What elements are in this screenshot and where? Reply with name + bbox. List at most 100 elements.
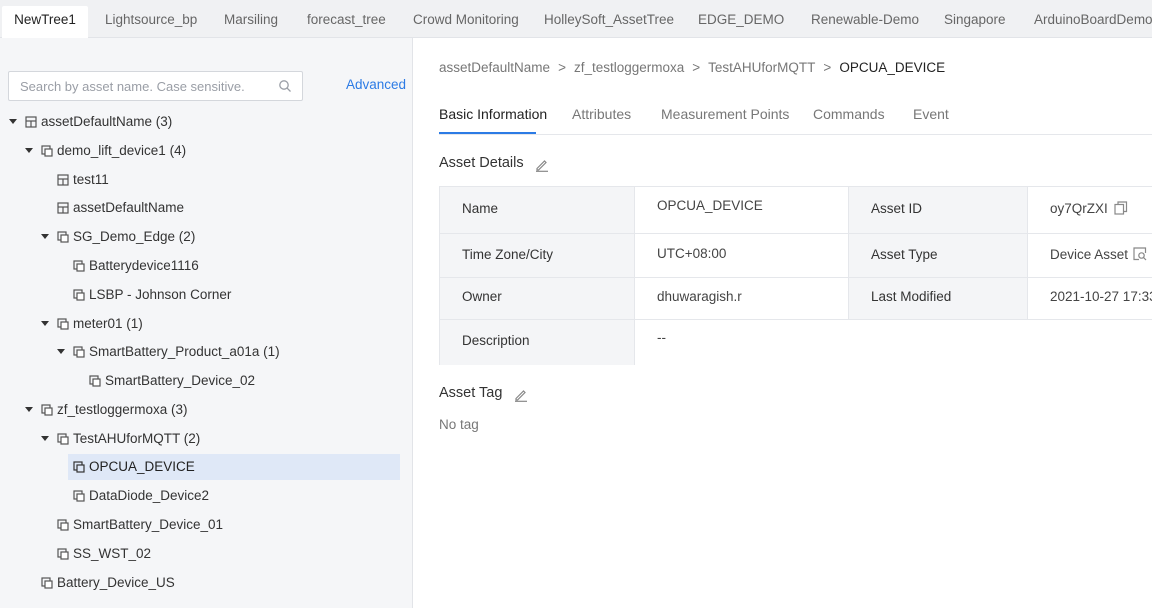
- device-icon: [89, 375, 101, 387]
- tree-node-label: Batterydevice1116: [89, 258, 199, 273]
- name-label: Name: [440, 187, 634, 233]
- tree-node[interactable]: SmartBattery_Device_02: [0, 368, 400, 394]
- tree-node[interactable]: LSBP - Johnson Corner: [0, 282, 400, 308]
- device-icon: [73, 346, 85, 358]
- tree-node-label: SG_Demo_Edge (2): [73, 229, 196, 244]
- column-divider: [634, 187, 635, 365]
- active-tab-indicator: [439, 132, 536, 134]
- caret-down-icon[interactable]: [41, 321, 49, 326]
- tree-node-label: DataDiode_Device2: [89, 488, 210, 503]
- tab-lightsource-bp[interactable]: Lightsource_bp: [93, 6, 205, 38]
- tab-attributes[interactable]: Attributes: [572, 106, 631, 122]
- column-divider: [848, 187, 849, 319]
- no-tag-text: No tag: [439, 417, 479, 432]
- tree-node[interactable]: SS_WST_02: [0, 541, 400, 567]
- breadcrumb-item[interactable]: zf_testloggermoxa: [574, 60, 684, 75]
- breadcrumb-item[interactable]: TestAHUforMQTT: [708, 60, 815, 75]
- search-icon[interactable]: [278, 79, 292, 93]
- tree-node[interactable]: Batterydevice1116: [0, 253, 400, 279]
- tree-node-label: SmartBattery_Device_02: [105, 373, 256, 388]
- owner-label: Owner: [440, 278, 634, 319]
- tree-node-label: assetDefaultName (3): [41, 114, 173, 129]
- column-divider: [1027, 187, 1028, 319]
- device-icon: [73, 461, 85, 473]
- tab-basic-information[interactable]: Basic Information: [439, 106, 547, 122]
- device-icon: [57, 318, 69, 330]
- last-modified-label: Last Modified: [849, 278, 1027, 319]
- copy-icon[interactable]: [1114, 201, 1128, 215]
- description-label: Description: [440, 320, 634, 365]
- tab-event[interactable]: Event: [913, 106, 949, 122]
- breadcrumb-current: OPCUA_DEVICE: [839, 60, 946, 75]
- detail-tab-bar: Basic Information Attributes Measurement…: [439, 96, 1152, 135]
- tab-arduinoboarddemo[interactable]: ArduinoBoardDemo: [1022, 6, 1152, 38]
- tree-node[interactable]: zf_testloggermoxa (3): [0, 397, 400, 423]
- breadcrumb-separator: >: [692, 60, 701, 75]
- tree-node-label: assetDefaultName: [73, 200, 185, 215]
- caret-down-icon[interactable]: [41, 436, 49, 441]
- tree-node[interactable]: TestAHUforMQTT (2): [0, 426, 400, 452]
- tree-node[interactable]: SG_Demo_Edge (2): [0, 224, 400, 250]
- tree-node[interactable]: demo_lift_device1 (4): [0, 138, 400, 164]
- breadcrumb: assetDefaultName > zf_testloggermoxa > TestA…: [439, 60, 945, 75]
- asset-id-label: Asset ID: [849, 187, 1027, 233]
- device-icon: [73, 260, 85, 272]
- tree-node[interactable]: assetDefaultName (3): [0, 109, 400, 135]
- tree-node-label: SmartBattery_Device_01: [73, 517, 224, 532]
- tree-node[interactable]: test11: [0, 167, 400, 193]
- search-input[interactable]: [9, 72, 269, 100]
- tree-node[interactable]: Battery_Device_US: [0, 570, 400, 596]
- tab-holleysoft-assettree[interactable]: HolleySoft_AssetTree: [532, 6, 678, 38]
- tree-node-label: OPCUA_DEVICE: [89, 459, 195, 474]
- asset-tag-title: Asset Tag: [439, 385, 503, 401]
- tree-node-label: zf_testloggermoxa (3): [57, 402, 188, 417]
- device-icon: [41, 404, 53, 416]
- tab-singapore[interactable]: Singapore: [932, 6, 1014, 38]
- tree-node[interactable]: SmartBattery_Device_01: [0, 512, 400, 538]
- tree-node-label: Battery_Device_US: [57, 575, 175, 590]
- asset-type-label: Asset Type: [849, 234, 1027, 277]
- tree-node-label: meter01 (1): [73, 316, 143, 331]
- tab-renewable-demo[interactable]: Renewable-Demo: [799, 6, 925, 38]
- tab-commands[interactable]: Commands: [813, 106, 885, 122]
- breadcrumb-item[interactable]: assetDefaultName: [439, 60, 550, 75]
- tab-measurement-points[interactable]: Measurement Points: [661, 106, 789, 122]
- caret-down-icon[interactable]: [9, 119, 17, 124]
- tab-crowd-monitoring[interactable]: Crowd Monitoring: [401, 6, 525, 38]
- tree-node-selected[interactable]: OPCUA_DEVICE: [68, 454, 400, 480]
- tree-node-label: LSBP - Johnson Corner: [89, 287, 232, 302]
- tab-edge-demo[interactable]: EDGE_DEMO: [686, 6, 790, 38]
- tree-node-label: TestAHUforMQTT (2): [73, 431, 201, 446]
- view-model-icon[interactable]: [1133, 247, 1147, 261]
- device-icon: [57, 519, 69, 531]
- caret-down-icon[interactable]: [57, 349, 65, 354]
- caret-down-icon[interactable]: [41, 234, 49, 239]
- device-icon: [57, 548, 69, 560]
- tab-newtree1[interactable]: NewTree1: [2, 6, 88, 38]
- tree-node-label: SmartBattery_Product_a01a (1): [89, 344, 280, 359]
- device-icon: [57, 231, 69, 243]
- caret-down-icon[interactable]: [25, 148, 33, 153]
- breadcrumb-separator: >: [823, 60, 832, 75]
- asset-details-title: Asset Details: [439, 155, 524, 171]
- group-icon: [57, 174, 69, 186]
- caret-down-icon[interactable]: [25, 407, 33, 412]
- tree-tab-bar: NewTree1 Lightsource_bp Marsiling foreca…: [0, 0, 1152, 38]
- edit-icon[interactable]: [535, 158, 549, 172]
- asset-tree-panel: Advanced assetDefaultName (3) demo_lift_…: [0, 38, 413, 608]
- search-box: [8, 71, 303, 101]
- group-icon: [25, 116, 37, 128]
- group-icon: [57, 202, 69, 214]
- timezone-value: UTC+08:00: [635, 234, 848, 277]
- edit-icon[interactable]: [514, 388, 528, 402]
- tree-node[interactable]: DataDiode_Device2: [0, 483, 400, 509]
- tab-forecast-tree[interactable]: forecast_tree: [295, 6, 393, 38]
- tree-node[interactable]: SmartBattery_Product_a01a (1): [0, 339, 400, 365]
- tree-node-label: test11: [73, 172, 109, 187]
- tab-marsiling[interactable]: Marsiling: [212, 6, 288, 38]
- advanced-search-link[interactable]: Advanced: [346, 77, 406, 92]
- tree-node[interactable]: assetDefaultName: [0, 195, 400, 221]
- owner-value: dhuwaragish.r: [635, 278, 848, 319]
- tree-node[interactable]: meter01 (1): [0, 311, 400, 337]
- timezone-label: Time Zone/City: [440, 234, 634, 277]
